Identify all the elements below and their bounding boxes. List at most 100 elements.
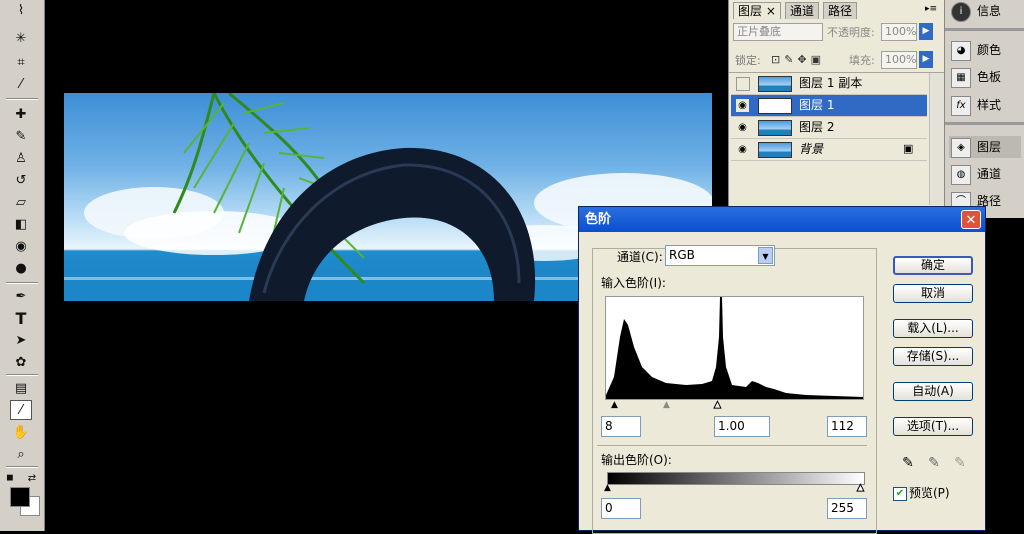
layer-name: 背景 [799,142,824,156]
gamma-slider[interactable]: ▲ [663,400,670,410]
info-icon: i [951,2,971,22]
tab-paths[interactable]: 路径 [823,2,858,19]
eye-icon[interactable]: ◉ [736,121,749,134]
output-white-field[interactable]: 255 [827,498,867,519]
input-gamma-field[interactable]: 1.00 [714,416,770,437]
layer-row[interactable]: ◉ 图层 2 [731,117,927,139]
input-levels-label: 输入色阶(I): [601,276,666,290]
layers-scrollbar[interactable] [929,73,944,205]
close-icon[interactable]: ✕ [961,210,981,229]
fill-label: 填充: [849,54,875,67]
cancel-button[interactable]: 取消 [893,284,973,303]
blend-mode-select[interactable]: 正片叠底 [733,23,823,41]
save-button[interactable]: 存储(S)... [893,347,973,366]
preview-label: 预览(P) [909,486,950,500]
lock-icon: ▣ [903,142,914,155]
path-selection-tool-icon[interactable]: ➤ [10,330,32,350]
layers-icon: ◈ [951,138,971,158]
default-colors-icon[interactable]: ◼ [4,468,16,488]
ok-button[interactable]: 确定 [893,256,973,275]
chevron-down-icon[interactable]: ▼ [758,247,773,264]
white-point-slider[interactable]: ▲ [714,400,722,411]
output-black-field[interactable]: 0 [601,498,641,519]
lasso-tool-icon[interactable]: ⌇ [10,0,32,20]
input-white-field[interactable]: 112 [827,416,867,437]
foreground-color-swatch[interactable] [10,487,30,507]
dock-item-channels[interactable]: ◍ 通道 [949,163,1021,185]
healing-brush-tool-icon[interactable]: ✚ [10,104,32,124]
fill-input[interactable]: 100% [881,51,917,69]
color-palette-icon: ◕ [951,41,971,61]
options-button[interactable]: 选项(T)... [893,417,973,436]
opacity-arrow-icon[interactable]: ▶ [919,23,933,40]
history-brush-tool-icon[interactable]: ↺ [10,170,32,190]
custom-shape-tool-icon[interactable]: ✿ [10,352,32,372]
channels-icon: ◍ [951,165,971,185]
lock-icons[interactable]: ⊡✎✥▣ [771,53,825,66]
layer-row[interactable]: ◉ 图层 1 [731,95,927,117]
layer-thumbnail [758,142,792,158]
white-eyedropper-icon[interactable]: ✎ [949,452,971,474]
lock-label: 锁定: [735,54,761,67]
layer-thumbnail [758,120,792,136]
output-levels-label: 输出色阶(O): [601,453,672,467]
pen-tool-icon[interactable]: ✒ [10,286,32,306]
toolbox: ⌇ ✳ ⌗ ⁄ ✚ ✎ ♙ ↺ ▱ ◧ ◉ ● ✒ T ➤ ✿ ▤ ⁄ ✋ ⌕ … [0,0,45,531]
eye-icon[interactable]: ◉ [736,143,749,156]
dodge-tool-icon[interactable]: ● [10,258,32,278]
preview-checkbox[interactable]: ✔ [893,487,907,501]
gray-eyedropper-icon[interactable]: ✎ [923,452,945,474]
type-tool-icon[interactable]: T [10,308,32,328]
panel-menu-icon[interactable]: ▸≡ [925,4,937,14]
layer-row[interactable]: 图层 1 副本 [731,73,927,95]
black-point-slider[interactable]: ▲ [611,400,618,410]
gradient-tool-icon[interactable]: ◧ [10,214,32,234]
dock-item-styles[interactable]: fx 样式 [949,94,1021,116]
input-black-field[interactable]: 8 [601,416,641,437]
opacity-input[interactable]: 100% [881,23,917,41]
layer-name: 图层 1 副本 [799,76,863,90]
zoom-tool-icon[interactable]: ⌕ [10,444,32,464]
channel-select[interactable]: RGB ▼ [665,245,775,266]
layer-name: 图层 2 [799,120,835,134]
slice-tool-icon[interactable]: ⁄ [10,74,32,94]
magic-wand-tool-icon[interactable]: ✳ [10,28,32,48]
palette-dock: i 信息 ◕ 颜色 ▦ 色板 fx 样式 ◈ 图层 ◍ 通道 ⌒ 路径 [944,0,1024,218]
clone-stamp-tool-icon[interactable]: ♙ [10,148,32,168]
eyedropper-tool-icon[interactable]: ⁄ [10,400,32,420]
dock-item-info[interactable]: i 信息 [949,0,1021,22]
dialog-title: 色阶 [579,207,985,232]
eye-icon[interactable]: ◉ [736,99,749,112]
auto-button[interactable]: 自动(A) [893,382,973,401]
layers-panel: 图层 × 通道 路径 ▸≡ 正片叠底 不透明度: 100% ▶ 锁定: ⊡✎✥▣… [728,0,945,207]
brush-tool-icon[interactable]: ✎ [10,126,32,146]
styles-icon: fx [951,96,971,116]
dock-item-swatches[interactable]: ▦ 色板 [949,66,1021,88]
levels-dialog: 色阶 ✕ 通道(C): RGB ▼ 输入色阶(I): ▲ ▲ ▲ 8 1.00 … [578,206,986,534]
swatches-icon: ▦ [951,68,971,88]
tab-layers[interactable]: 图层 × [733,2,781,19]
load-button[interactable]: 载入(L)... [893,319,973,338]
layer-row[interactable]: ◉ 背景 ▣ [731,139,927,161]
fill-arrow-icon[interactable]: ▶ [919,51,933,68]
output-black-slider[interactable]: ▲ [604,483,611,493]
dock-item-layers[interactable]: ◈ 图层 [949,136,1021,158]
layer-thumbnail [758,76,792,92]
blur-tool-icon[interactable]: ◉ [10,236,32,256]
dock-item-color[interactable]: ◕ 颜色 [949,39,1021,61]
hand-tool-icon[interactable]: ✋ [10,422,32,442]
channel-label: 通道(C): [617,250,663,264]
visibility-toggle[interactable] [736,77,750,91]
opacity-label: 不透明度: [827,26,875,39]
tab-channels[interactable]: 通道 [785,2,820,19]
eraser-tool-icon[interactable]: ▱ [10,192,32,212]
layer-name: 图层 1 [799,98,835,112]
layer-thumbnail [758,98,792,114]
output-white-slider[interactable]: ▲ [857,483,865,494]
notes-tool-icon[interactable]: ▤ [10,378,32,398]
crop-tool-icon[interactable]: ⌗ [10,52,32,72]
histogram [605,296,864,400]
output-gradient [607,472,865,485]
black-eyedropper-icon[interactable]: ✎ [897,452,919,474]
swap-colors-icon[interactable]: ⇄ [26,468,38,488]
